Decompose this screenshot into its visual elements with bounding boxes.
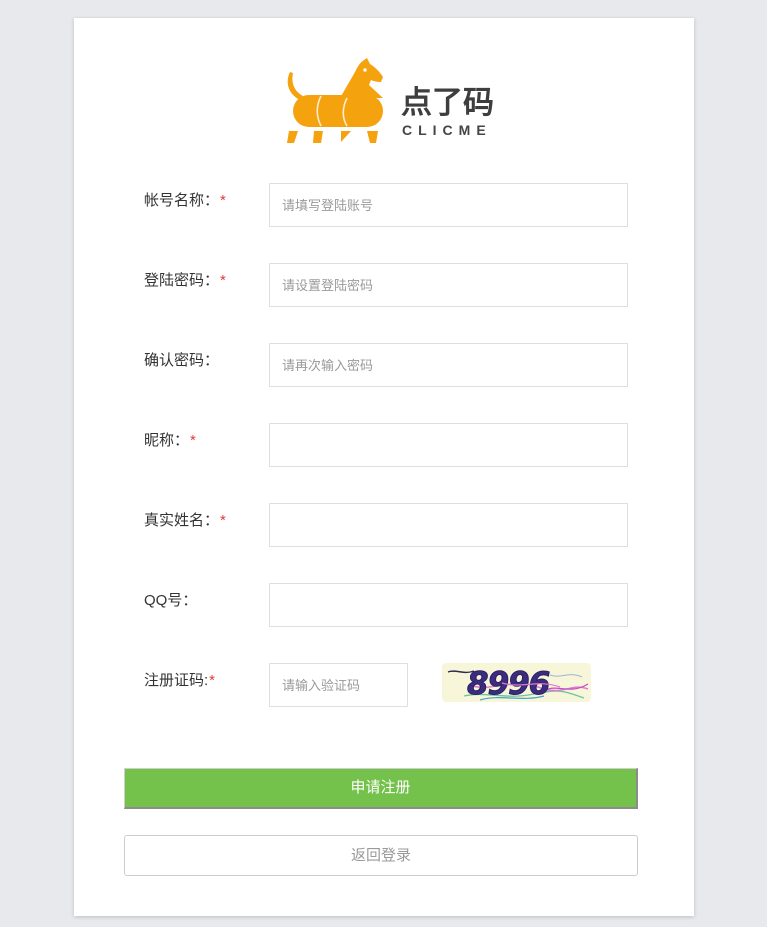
form-row-nickname: 昵称：*: [144, 423, 634, 467]
field-label-text: 真实姓名：: [144, 512, 220, 529]
field-label: 登陆密码：*: [144, 263, 226, 299]
horse-body: [293, 95, 383, 127]
brand-name: 点了码: [401, 85, 494, 121]
form-row-password: 登陆密码：*: [144, 263, 634, 307]
qq-number-input[interactable]: [269, 583, 628, 627]
captcha-image[interactable]: 8996: [442, 663, 591, 702]
horse-leg: [341, 131, 351, 142]
form-row-qq: QQ号：: [144, 583, 634, 627]
nickname-input[interactable]: [269, 423, 628, 467]
real-name-input[interactable]: [269, 503, 628, 547]
form-row-real-name: 真实姓名：*: [144, 503, 634, 547]
field-label: 确认密码：: [144, 343, 219, 379]
field-label-text: 确认密码：: [144, 352, 220, 369]
field-label: 真实姓名：*: [144, 503, 226, 539]
field-label-text: 昵称：: [144, 432, 190, 449]
horse-tail: [287, 72, 303, 100]
brand-logo: 点了码 CLICME: [285, 58, 575, 148]
field-label-text: QQ号：: [144, 592, 198, 609]
field-label-text: 登陆密码：: [144, 272, 220, 289]
horse-neck-head: [340, 58, 383, 98]
required-asterisk: *: [220, 192, 226, 209]
horse-leg: [313, 131, 323, 143]
required-asterisk: *: [190, 432, 196, 449]
horse-leg: [367, 131, 378, 143]
confirm-password-input[interactable]: [269, 343, 628, 387]
horse-leg: [287, 131, 298, 143]
form-row-account-name: 帐号名称：*: [144, 183, 634, 227]
field-label: 帐号名称：*: [144, 183, 226, 219]
password-input[interactable]: [269, 263, 628, 307]
form-row-captcha: 注册证码:* 8996: [144, 663, 634, 707]
captcha-input[interactable]: [269, 663, 408, 707]
field-label: 昵称：*: [144, 423, 196, 459]
register-card: 点了码 CLICME 帐号名称：* 登陆密码：* 确认密码： 昵称：* 真实姓名…: [74, 18, 694, 916]
field-label-text: 注册证码:: [144, 672, 209, 689]
horse-logo-icon: [287, 58, 383, 143]
required-asterisk: *: [209, 672, 216, 689]
brand-tagline: CLICME: [402, 122, 492, 138]
submit-register-button[interactable]: 申请注册: [124, 768, 638, 809]
field-label-text: 帐号名称：: [144, 192, 220, 209]
account-name-input[interactable]: [269, 183, 628, 227]
back-to-login-button[interactable]: 返回登录: [124, 835, 638, 876]
field-label: 注册证码:*: [144, 663, 215, 699]
horse-eye: [363, 68, 367, 72]
required-asterisk: *: [220, 272, 226, 289]
form-row-confirm-password: 确认密码：: [144, 343, 634, 387]
required-asterisk: *: [220, 512, 226, 529]
field-label: QQ号：: [144, 583, 197, 619]
